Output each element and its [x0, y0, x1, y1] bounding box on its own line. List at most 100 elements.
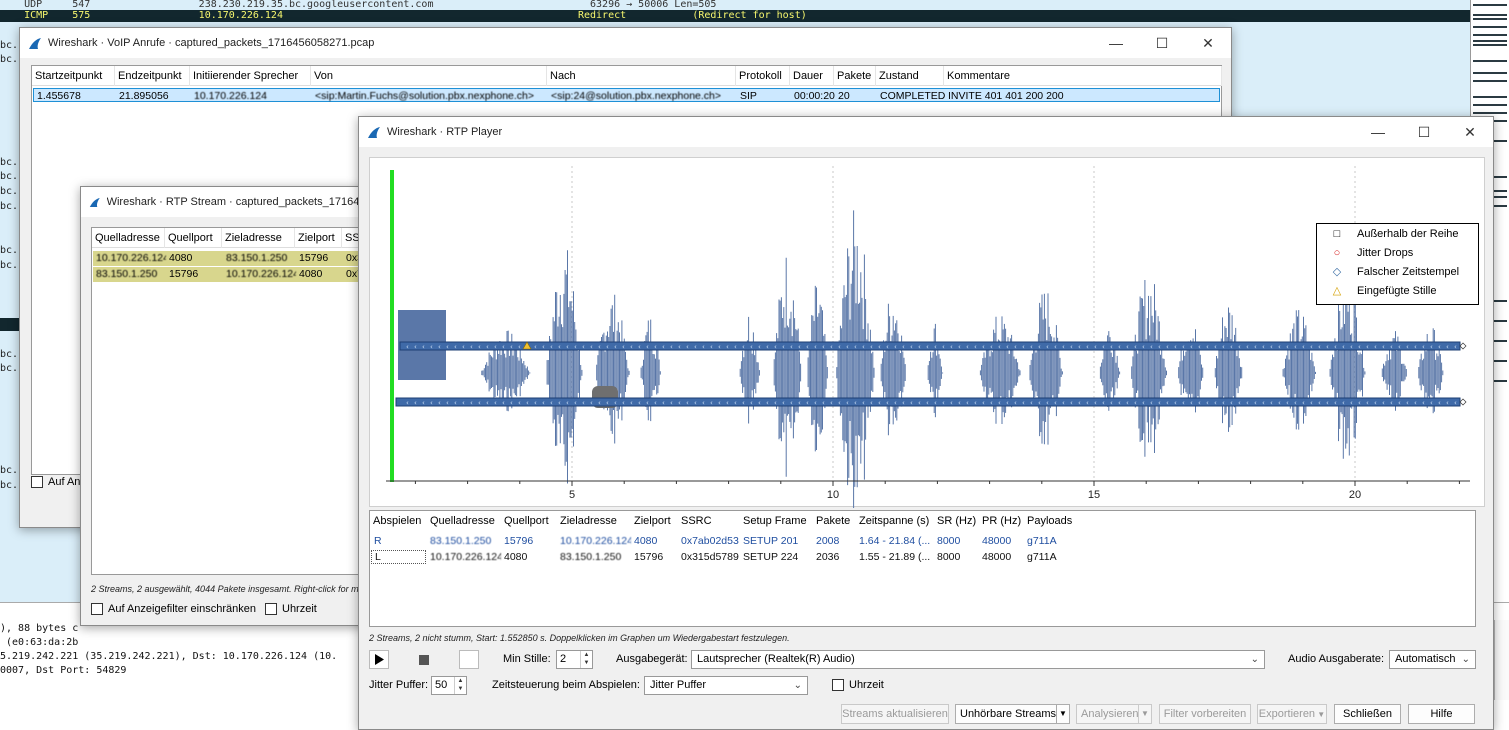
- col-ssrc[interactable]: SSRC: [678, 511, 740, 531]
- packet-row-fragment[interactable]: bc.: [0, 40, 18, 51]
- close-button[interactable]: ✕: [1185, 28, 1231, 58]
- col-start[interactable]: Startzeitpunkt: [32, 66, 115, 86]
- col-dst-addr[interactable]: Zieladresse: [222, 228, 295, 248]
- checkbox-box[interactable]: [265, 603, 277, 616]
- col-duration[interactable]: Dauer: [790, 66, 834, 86]
- timestamp-marker-glyph: ‹: [1022, 343, 1025, 351]
- export-button[interactable]: Exportieren ▼: [1257, 704, 1327, 724]
- stream-time-checkbox[interactable]: Uhrzeit: [265, 600, 317, 619]
- col-state[interactable]: Zustand: [876, 66, 944, 86]
- col-dst-port[interactable]: Zielport: [295, 228, 342, 248]
- packet-bytes-pane[interactable]: [1494, 620, 1509, 700]
- player-stream-row[interactable]: L 10.170.226.124 4080 83.150.1.250 15796…: [370, 550, 1475, 565]
- col-comments[interactable]: Kommentare: [944, 66, 1222, 86]
- packet-row-fragment[interactable]: bc.: [0, 245, 18, 256]
- packet-row-udp[interactable]: UDP 547 238.230.219.35.bc.googleusercont…: [0, 0, 1470, 10]
- spin-arrows-icon[interactable]: ▲ ▼: [454, 677, 466, 694]
- col-play[interactable]: Abspielen: [370, 511, 427, 531]
- maximize-button[interactable]: ☐: [1139, 28, 1185, 58]
- timestamp-marker-glyph: ‹: [958, 343, 961, 351]
- checkbox-box[interactable]: [832, 679, 844, 692]
- jitter-buffer-spinbox[interactable]: 50 ▲ ▼: [431, 676, 467, 695]
- player-status-text: 2 Streams, 2 nicht stumm, Start: 1.55285…: [369, 633, 790, 643]
- col-packets[interactable]: Pakete: [834, 66, 876, 86]
- packet-row-fragment[interactable]: bc.: [0, 349, 18, 360]
- dropdown-arrow-icon[interactable]: ▼: [1056, 705, 1069, 723]
- timestamp-marker-glyph: ‹: [734, 343, 737, 351]
- close-button[interactable]: ✕: [1447, 117, 1493, 147]
- timestamp-marker-glyph: ‹: [830, 399, 833, 407]
- packet-row-fragment[interactable]: bc.: [0, 260, 18, 271]
- prepare-filter-button[interactable]: Filter vorbereiten: [1159, 704, 1251, 724]
- col-from[interactable]: Von: [311, 66, 547, 86]
- analyze-button[interactable]: Analysieren ▼: [1076, 704, 1152, 724]
- timestamp-marker-glyph: ‹: [870, 399, 873, 407]
- col-dst-addr[interactable]: Zieladresse: [557, 511, 631, 531]
- checkbox-box[interactable]: [31, 476, 43, 489]
- player-time-checkbox[interactable]: Uhrzeit: [832, 676, 884, 695]
- waveform-canvas[interactable]: ‹ ‹ ‹ ‹ ‹ ‹ ‹ ‹ ‹ ‹ ‹ ‹ ‹ ‹ ‹ ‹ ‹ ‹ ‹ ‹ ‹ ‹ ‹ ‹ ‹ ‹ ‹ ‹ ‹ ‹ ‹ ‹ ‹ ‹ ‹ ‹ ‹ ‹ ‹ ‹…: [370, 158, 1486, 520]
- packet-row-fragment[interactable]: bc.: [0, 54, 18, 65]
- col-time-span[interactable]: Zeitspanne (s): [856, 511, 934, 531]
- col-src-port[interactable]: Quellport: [165, 228, 222, 248]
- packet-row-icmp-selected[interactable]: ICMP 575 10.170.226.124 Redirect (Redire…: [0, 10, 1470, 22]
- col-dst-port[interactable]: Zielport: [631, 511, 678, 531]
- voip-call-row[interactable]: 1.455678 21.895056 10.170.226.124 <sip:M…: [33, 88, 1220, 102]
- col-packets[interactable]: Pakete: [813, 511, 856, 531]
- player-titlebar[interactable]: Wireshark · RTP Player — ☐ ✕: [359, 117, 1493, 147]
- stream-row[interactable]: 83.150.1.250 15796 10.170.226.124 4080 0…: [93, 267, 383, 282]
- dropdown-arrow-icon[interactable]: ▼: [1138, 705, 1151, 723]
- pause-button[interactable]: [459, 650, 479, 669]
- rtp-stream-table[interactable]: Quelladresse Quellport Zieladresse Zielp…: [91, 227, 383, 575]
- col-pr[interactable]: PR (Hz): [979, 511, 1024, 531]
- cell-channel[interactable]: R: [371, 534, 428, 548]
- col-src-addr[interactable]: Quelladresse: [92, 228, 165, 248]
- timestamp-marker-glyph: ‹: [454, 399, 457, 407]
- output-device-select[interactable]: Lautsprecher (Realtek(R) Audio) ⌄: [691, 650, 1265, 669]
- help-button[interactable]: Hilfe: [1408, 704, 1475, 724]
- player-streams-table[interactable]: Abspielen Quelladresse Quellport Zieladr…: [369, 510, 1476, 627]
- col-sr[interactable]: SR (Hz): [934, 511, 979, 531]
- play-button[interactable]: [369, 650, 389, 669]
- minimize-button[interactable]: —: [1093, 28, 1139, 58]
- audio-rate-select[interactable]: Automatisch ⌄: [1389, 650, 1476, 669]
- timestamp-marker-glyph: ‹: [1390, 343, 1393, 351]
- player-stream-row[interactable]: R 83.150.1.250 15796 10.170.226.124 4080…: [370, 534, 1475, 549]
- checkbox-box[interactable]: [91, 603, 103, 616]
- legend-inserted-silence: △ Eingefügte Stille: [1317, 281, 1478, 300]
- col-initiator[interactable]: Initiierender Sprecher: [190, 66, 311, 86]
- close-dialog-button[interactable]: Schließen: [1334, 704, 1401, 724]
- timestamp-marker-glyph: ‹: [726, 343, 729, 351]
- maximize-button[interactable]: ☐: [1401, 117, 1447, 147]
- min-silence-spinbox[interactable]: 2 ▲ ▼: [556, 650, 593, 669]
- cell-channel[interactable]: L: [371, 550, 426, 564]
- col-end[interactable]: Endzeitpunkt: [115, 66, 190, 86]
- col-payloads[interactable]: Payloads: [1024, 511, 1084, 531]
- packet-row-fragment[interactable]: bc.: [0, 480, 18, 491]
- spin-arrows-icon[interactable]: ▲ ▼: [580, 651, 592, 668]
- packet-row-fragment[interactable]: bc.: [0, 201, 18, 212]
- timestamp-marker-glyph: ‹: [1318, 399, 1321, 407]
- col-setup-frame[interactable]: Setup Frame: [740, 511, 813, 531]
- packet-row-fragment[interactable]: bc.: [0, 363, 18, 374]
- packet-row-fragment[interactable]: bc.: [0, 171, 18, 182]
- packet-row-fragment[interactable]: bc.: [0, 186, 18, 197]
- col-to[interactable]: Nach: [547, 66, 736, 86]
- inaudible-streams-button[interactable]: Unhörbare Streams ▼: [955, 704, 1070, 724]
- legend-label: Außerhalb der Reihe: [1357, 227, 1459, 240]
- packet-row-fragment[interactable]: bc.: [0, 465, 18, 476]
- stream-row[interactable]: 10.170.226.124 4080 83.150.1.250 15796 0…: [93, 251, 383, 266]
- packet-row-fragment[interactable]: bc.: [0, 157, 18, 168]
- diamond-icon: ◇: [1332, 266, 1342, 278]
- col-protocol[interactable]: Protokoll: [736, 66, 790, 86]
- timing-mode-select[interactable]: Jitter Puffer ⌄: [644, 676, 808, 695]
- minimize-button[interactable]: —: [1355, 117, 1401, 147]
- voip-titlebar[interactable]: Wireshark · VoIP Anrufe · captured_packe…: [20, 28, 1231, 58]
- stream-titlebar[interactable]: Wireshark · RTP Stream · captured_packet…: [81, 187, 379, 217]
- stop-button[interactable]: [414, 650, 434, 669]
- stream-filter-checkbox[interactable]: Auf Anzeigefilter einschränken: [91, 600, 256, 619]
- refresh-streams-button[interactable]: Streams aktualisieren: [841, 704, 949, 724]
- audio-waveform-graph[interactable]: ‹ ‹ ‹ ‹ ‹ ‹ ‹ ‹ ‹ ‹ ‹ ‹ ‹ ‹ ‹ ‹ ‹ ‹ ‹ ‹ ‹ ‹ ‹ ‹ ‹ ‹ ‹ ‹ ‹ ‹ ‹ ‹ ‹ ‹ ‹ ‹ ‹ ‹ ‹ ‹…: [369, 157, 1486, 520]
- col-src-addr[interactable]: Quelladresse: [427, 511, 501, 531]
- col-src-port[interactable]: Quellport: [501, 511, 557, 531]
